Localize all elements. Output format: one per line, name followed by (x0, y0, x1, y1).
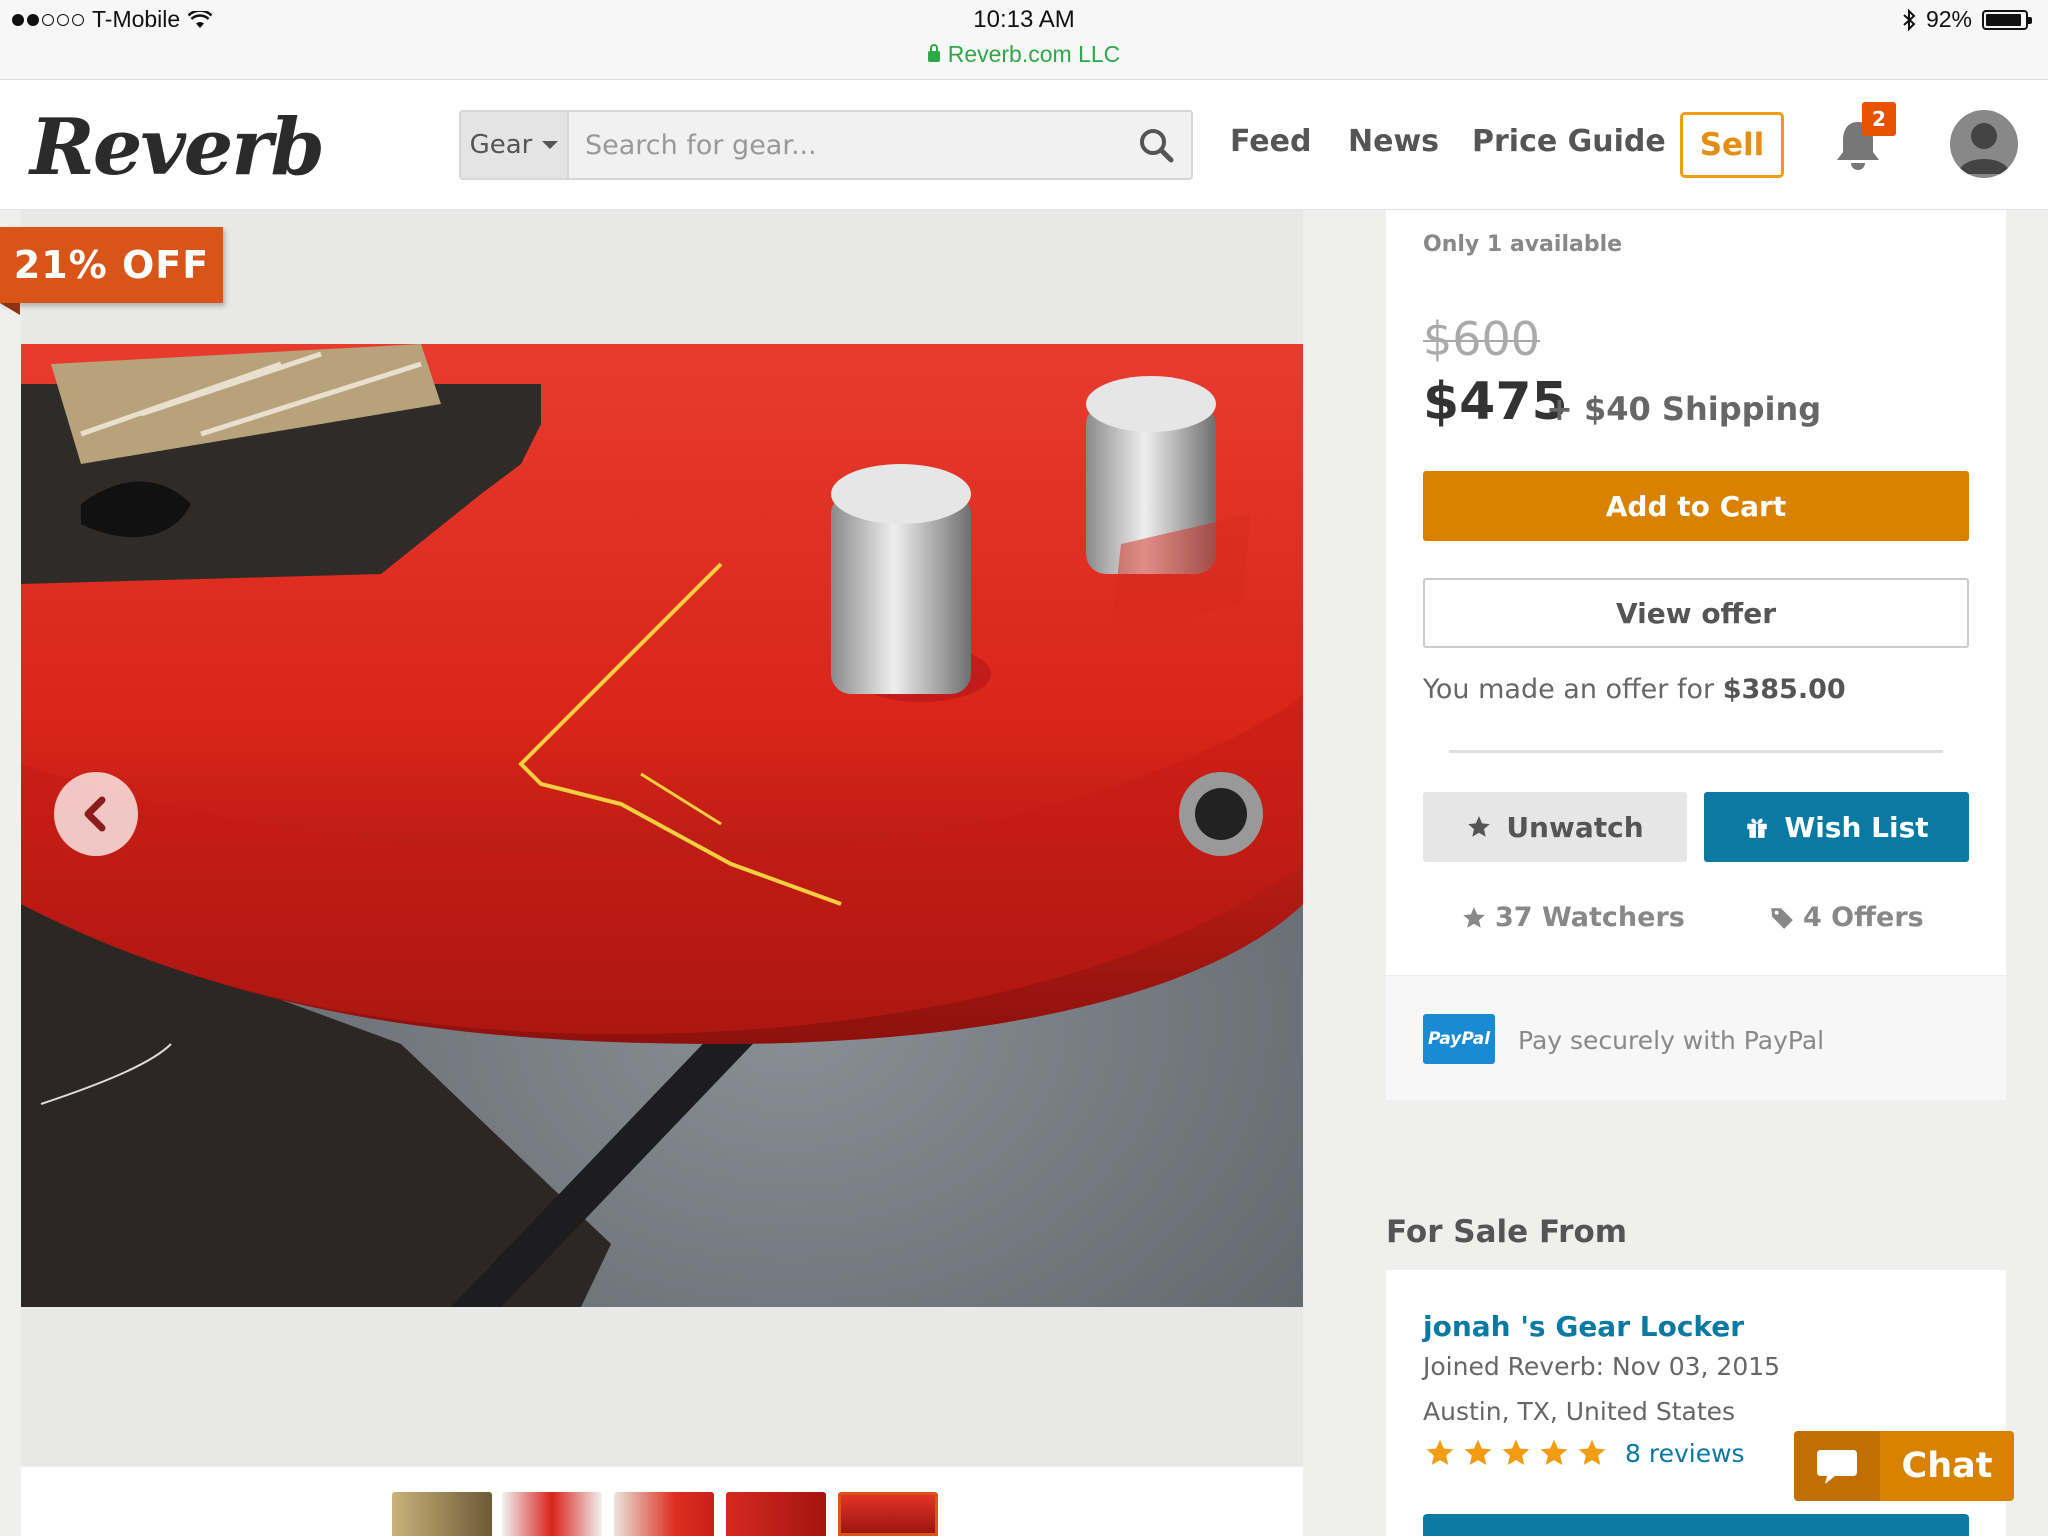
thumbnail-3[interactable] (614, 1492, 714, 1536)
thumbnail-2[interactable] (502, 1492, 602, 1536)
sell-button[interactable]: Sell (1680, 112, 1784, 178)
wish-list-label: Wish List (1784, 810, 1929, 844)
offer-amount: $385.00 (1722, 674, 1846, 705)
battery-icon (1982, 9, 2032, 30)
star-icon (1426, 1439, 1454, 1465)
discount-badge-fold (0, 303, 20, 315)
seller-location: Austin, TX, United States (1423, 1397, 1736, 1426)
watchers-count: 37 Watchers (1461, 902, 1685, 933)
chat-bubble-icon (1794, 1431, 1880, 1501)
search-button[interactable] (1121, 112, 1191, 178)
thumbnail-1[interactable] (392, 1492, 492, 1536)
star-icon (1502, 1439, 1530, 1465)
listing-photo[interactable] (21, 344, 1303, 1307)
bluetooth-icon (1903, 8, 1916, 31)
user-avatar[interactable] (1950, 110, 2018, 178)
gift-icon (1747, 818, 1768, 838)
chevron-left-icon (84, 796, 106, 832)
thumbnail-5-selected[interactable] (838, 1492, 938, 1536)
paypal-logo: PayPal (1423, 1014, 1495, 1064)
star-icon (1468, 816, 1491, 837)
unwatch-label: Unwatch (1506, 810, 1644, 844)
star-icon (1464, 1439, 1492, 1465)
offers-count: 4 Offers (1769, 902, 1924, 933)
clock: 10:13 AM (973, 6, 1075, 33)
search-bar: Gear (459, 110, 1193, 180)
shipping-price: + $40 Shipping (1546, 390, 1822, 428)
reverb-logo[interactable]: Reverb (30, 102, 325, 193)
star-icon (1578, 1439, 1606, 1465)
unwatch-button[interactable]: Unwatch (1423, 792, 1687, 862)
chat-button[interactable]: Chat (1794, 1431, 2014, 1501)
battery-percent: 92% (1925, 6, 1972, 32)
search-input[interactable] (569, 112, 1121, 178)
previous-photo-button[interactable] (54, 772, 138, 856)
guitar-photo (21, 344, 1303, 1307)
user-icon (1958, 123, 2010, 174)
nav-feed[interactable]: Feed (1230, 124, 1311, 159)
paypal-text: Pay securely with PayPal (1518, 1026, 1825, 1055)
wish-list-button[interactable]: Wish List (1704, 792, 1969, 862)
offer-status: You made an offer for $385.00 (1423, 674, 1846, 705)
star-icon (1540, 1439, 1568, 1465)
thumbnail-4[interactable] (726, 1492, 826, 1536)
section-title: For Sale From (1386, 1214, 1628, 1250)
search-icon (1140, 129, 1174, 163)
nav-price-guide[interactable]: Price Guide (1472, 124, 1666, 159)
seller-joined: Joined Reverb: Nov 03, 2015 (1423, 1352, 1781, 1381)
seller-rating: 8 reviews (1423, 1437, 1745, 1469)
chat-label: Chat (1901, 1446, 1993, 1486)
lock-icon (927, 44, 940, 62)
battery-status: 92% (1902, 6, 2032, 33)
contact-seller-button[interactable] (1423, 1514, 1969, 1536)
offer-prefix: You made an offer for (1423, 674, 1715, 705)
discount-badge: 21% OFF (0, 227, 223, 303)
availability-text: Only 1 available (1423, 232, 1623, 257)
star-icon (1463, 906, 1485, 928)
add-to-cart-button[interactable]: Add to Cart (1423, 471, 1969, 541)
url-bar[interactable]: Reverb.com LLC (0, 41, 2048, 68)
watchers-label: 37 Watchers (1495, 902, 1685, 933)
url-text: Reverb.com LLC (947, 41, 1121, 67)
notification-badge: 2 (1862, 102, 1896, 136)
chevron-down-icon (542, 141, 559, 149)
site-header: Reverb Gear Feed News Price Guide Sell 2 (0, 80, 2048, 210)
divider (1449, 750, 1943, 753)
view-offer-button[interactable]: View offer (1423, 578, 1969, 648)
offers-label: 4 Offers (1803, 902, 1924, 933)
nav-news[interactable]: News (1348, 124, 1439, 159)
seller-name-link[interactable]: jonah 's Gear Locker (1423, 1310, 1744, 1343)
ios-status-bar: T-Mobile 10:13 AM Reverb.com LLC 92% (0, 0, 2048, 80)
original-price: $600 (1423, 312, 1541, 366)
reviews-link[interactable]: 8 reviews (1625, 1439, 1745, 1468)
search-category-label: Gear (469, 130, 533, 160)
tag-icon (1771, 907, 1793, 929)
search-category-dropdown[interactable]: Gear (461, 112, 569, 178)
